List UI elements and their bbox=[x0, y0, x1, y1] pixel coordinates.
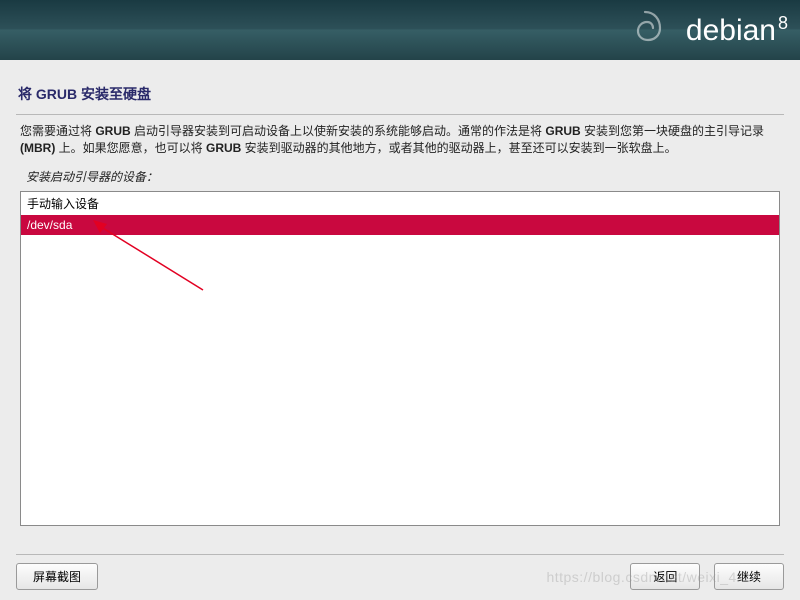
footer-row: 屏幕截图 返回 继续 bbox=[16, 563, 784, 590]
footer-right-buttons: 返回 继续 bbox=[630, 563, 784, 590]
brand-version: 8 bbox=[778, 13, 788, 33]
footer: 屏幕截图 返回 继续 bbox=[16, 554, 784, 590]
brand-text: debian8 bbox=[686, 13, 788, 48]
debian-swirl-icon bbox=[620, 4, 670, 54]
content-area: 将 GRUB 安装至硬盘 您需要通过将 GRUB 启动引导器安装到可启动设备上以… bbox=[0, 60, 800, 542]
prompt-label: 安装启动引导器的设备： bbox=[16, 162, 784, 189]
device-listbox[interactable]: 手动输入设备 /dev/sda bbox=[20, 191, 780, 526]
option-manual-entry[interactable]: 手动输入设备 bbox=[21, 192, 779, 215]
description-text: 您需要通过将 GRUB 启动引导器安装到可启动设备上以使新安装的系统能够启动。通… bbox=[16, 121, 784, 162]
page-title: 将 GRUB 安装至硬盘 bbox=[16, 76, 784, 114]
divider bbox=[16, 114, 784, 115]
continue-button[interactable]: 继续 bbox=[714, 563, 784, 590]
footer-divider bbox=[16, 554, 784, 555]
banner: debian8 bbox=[0, 0, 800, 60]
back-button[interactable]: 返回 bbox=[630, 563, 700, 590]
option-dev-sda[interactable]: /dev/sda bbox=[21, 215, 779, 235]
screenshot-button[interactable]: 屏幕截图 bbox=[16, 563, 98, 590]
brand-name: debian bbox=[686, 14, 776, 47]
